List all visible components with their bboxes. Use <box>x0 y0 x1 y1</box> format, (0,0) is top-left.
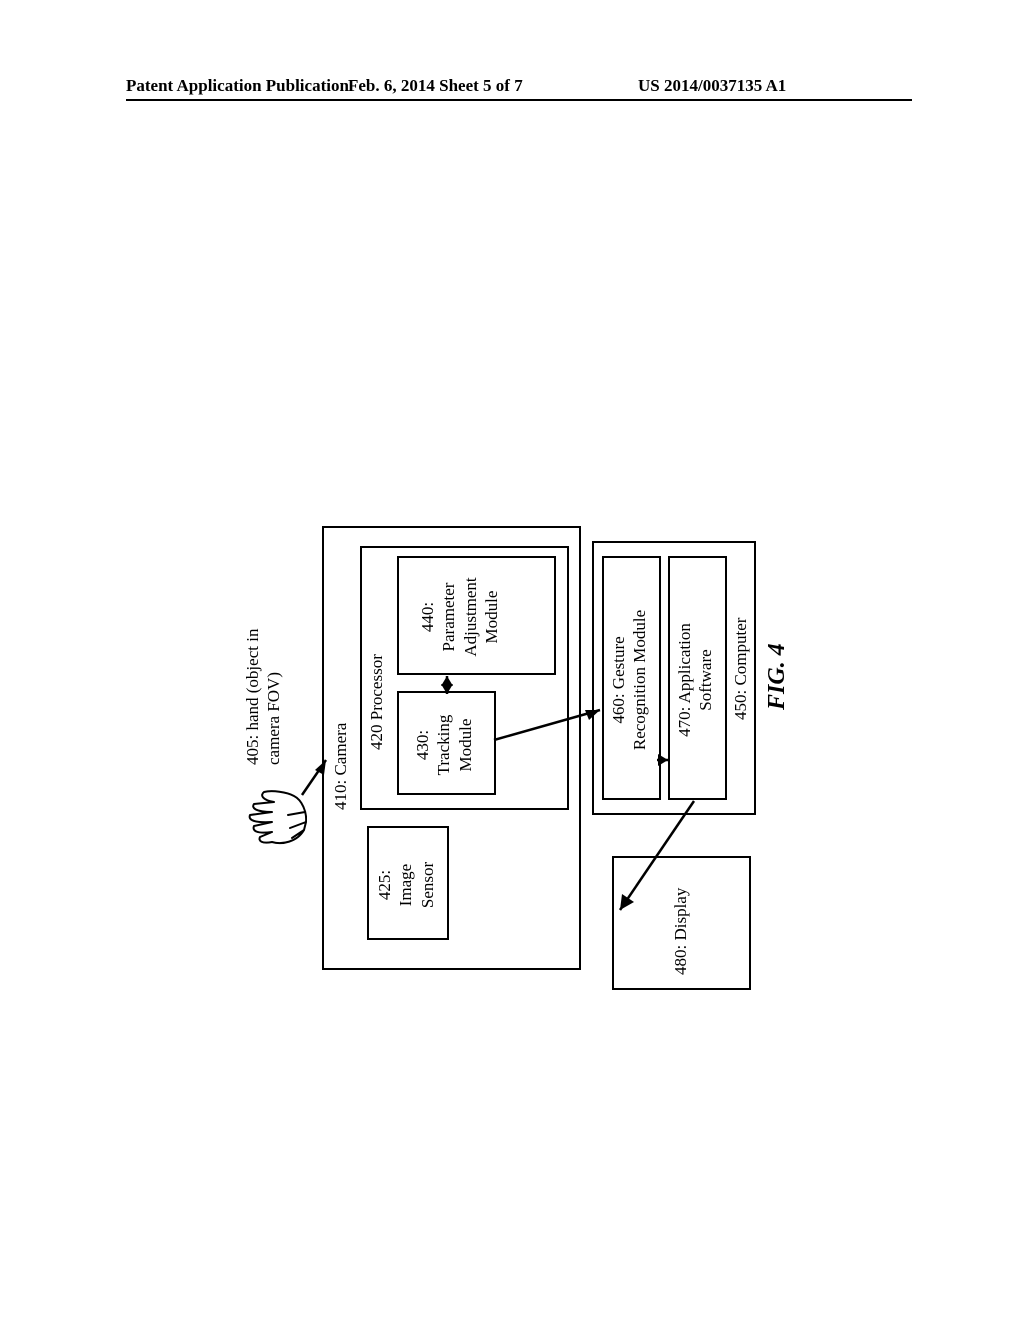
header-left: Patent Application Publication <box>126 76 349 96</box>
arrow-application-to-display <box>232 310 792 1010</box>
diagram-stage: 405: hand (object in camera FOV) 410: Ca… <box>232 310 792 1010</box>
header-rule <box>126 99 912 101</box>
header-right: US 2014/0037135 A1 <box>638 76 786 96</box>
header-center: Feb. 6, 2014 Sheet 5 of 7 <box>348 76 523 96</box>
